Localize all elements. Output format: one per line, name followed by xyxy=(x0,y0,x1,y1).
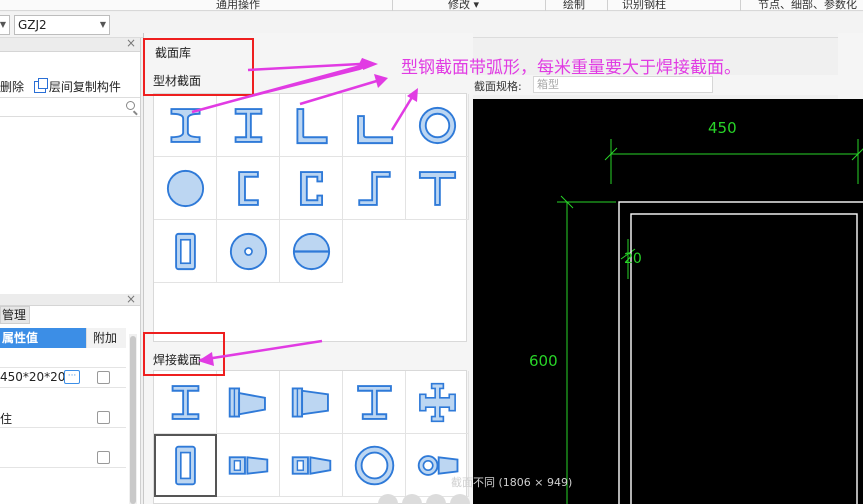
arrow-to-weld-title xyxy=(199,339,323,362)
arrow-to-profile-title xyxy=(247,62,361,72)
arrow-to-unequal-angle xyxy=(390,93,416,131)
arrow-secondary xyxy=(299,78,381,106)
status-text: 截面不同 (1806 × 949) xyxy=(451,476,573,489)
annotation-text: 型钢截面带弧形，每米重量要大于焊接截面。 xyxy=(401,58,741,78)
app-window: 通用操作 修改 ▾ 绘制 识别钢柱 节点、细部、参数化 ▼ GZJ2 ▼ × 删除… xyxy=(0,0,863,504)
